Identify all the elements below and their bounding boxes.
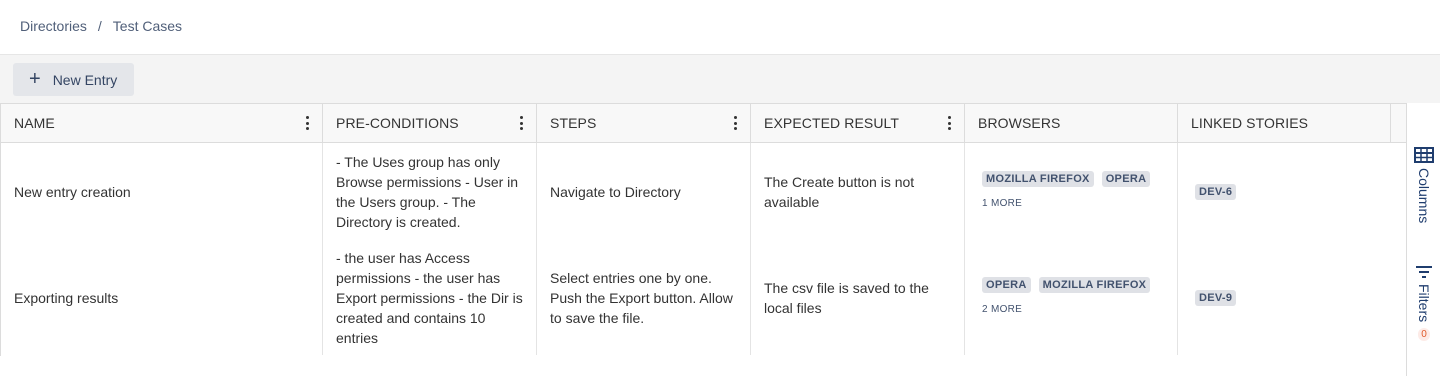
column-header-label: STEPS [550, 115, 597, 131]
column-header-preconditions[interactable]: PRE-CONDITIONS [323, 104, 537, 142]
cell-linked-stories: DEV-9 [1178, 241, 1391, 355]
story-tag[interactable]: DEV-6 [1195, 184, 1237, 200]
column-header-label: BROWSERS [978, 115, 1061, 131]
table-grid-icon [1414, 147, 1434, 163]
plus-icon: + [29, 67, 41, 90]
cell-name: New entry creation [1, 143, 323, 241]
cell-browsers: MOZILLA FIREFOX OPERA 1 MORE [965, 143, 1178, 241]
side-panel: Columns Filters 0 [1406, 103, 1440, 376]
cell-expected-result: The Create button is not available [751, 143, 965, 241]
filters-label: Filters [1416, 284, 1432, 323]
column-header-linked-stories[interactable]: LINKED STORIES [1178, 104, 1391, 142]
browser-tag: OPERA [982, 276, 1031, 293]
breadcrumb-test-cases[interactable]: Test Cases [113, 18, 182, 34]
table-row[interactable]: Exporting results - the user has Access … [1, 241, 1406, 355]
cell-linked-stories: DEV-6 [1178, 143, 1391, 241]
column-header-label: EXPECTED RESULT [764, 115, 900, 131]
column-menu-icon[interactable] [947, 116, 951, 130]
cell-preconditions: - the user has Access permissions - the … [323, 241, 537, 355]
table-header: NAME PRE-CONDITIONS STEPS EXPECTED RESUL… [1, 103, 1406, 143]
column-header-name[interactable]: NAME [1, 104, 323, 142]
cell-steps: Navigate to Directory [537, 143, 751, 241]
column-header-expected-result[interactable]: EXPECTED RESULT [751, 104, 965, 142]
filters-panel-button[interactable]: Filters 0 [1407, 265, 1440, 342]
cell-expected-result: The csv file is saved to the local files [751, 241, 965, 355]
cell-steps: Select entries one by one. Push the Expo… [537, 241, 751, 355]
browser-tag: OPERA [1101, 170, 1151, 187]
breadcrumb-separator: / [97, 18, 102, 34]
column-header-label: PRE-CONDITIONS [336, 115, 459, 131]
new-entry-button[interactable]: + New Entry [13, 63, 134, 96]
cell-browsers: OPERA MOZILLA FIREFOX 2 MORE [965, 241, 1178, 355]
filter-icon [1416, 266, 1432, 278]
breadcrumb: Directories / Test Cases [20, 17, 182, 35]
table-row[interactable]: New entry creation - The Uses group has … [1, 143, 1406, 241]
column-menu-icon[interactable] [733, 116, 737, 130]
cell-preconditions: - The Uses group has only Browse permiss… [323, 143, 537, 241]
story-tag[interactable]: DEV-9 [1195, 290, 1237, 306]
columns-panel-button[interactable]: Columns [1407, 147, 1440, 223]
new-entry-label: New Entry [52, 71, 118, 88]
column-header-label: LINKED STORIES [1191, 115, 1309, 131]
column-menu-icon[interactable] [519, 116, 523, 130]
browser-tag: MOZILLA FIREFOX [1038, 276, 1151, 293]
filters-count-badge: 0 [1418, 328, 1430, 342]
column-header-browsers[interactable]: BROWSERS [965, 104, 1178, 142]
column-header-steps[interactable]: STEPS [537, 104, 751, 142]
column-header-label: NAME [14, 115, 55, 131]
column-menu-icon[interactable] [305, 116, 309, 130]
test-cases-table: NAME PRE-CONDITIONS STEPS EXPECTED RESUL… [0, 103, 1406, 356]
more-browsers-link[interactable]: 1 MORE [982, 194, 1022, 214]
cell-name: Exporting results [1, 241, 323, 355]
columns-label: Columns [1416, 168, 1432, 224]
more-browsers-link[interactable]: 2 MORE [982, 300, 1022, 320]
breadcrumb-directories[interactable]: Directories [20, 18, 87, 34]
toolbar: + New Entry [0, 54, 1440, 104]
browser-tag: MOZILLA FIREFOX [982, 170, 1094, 187]
